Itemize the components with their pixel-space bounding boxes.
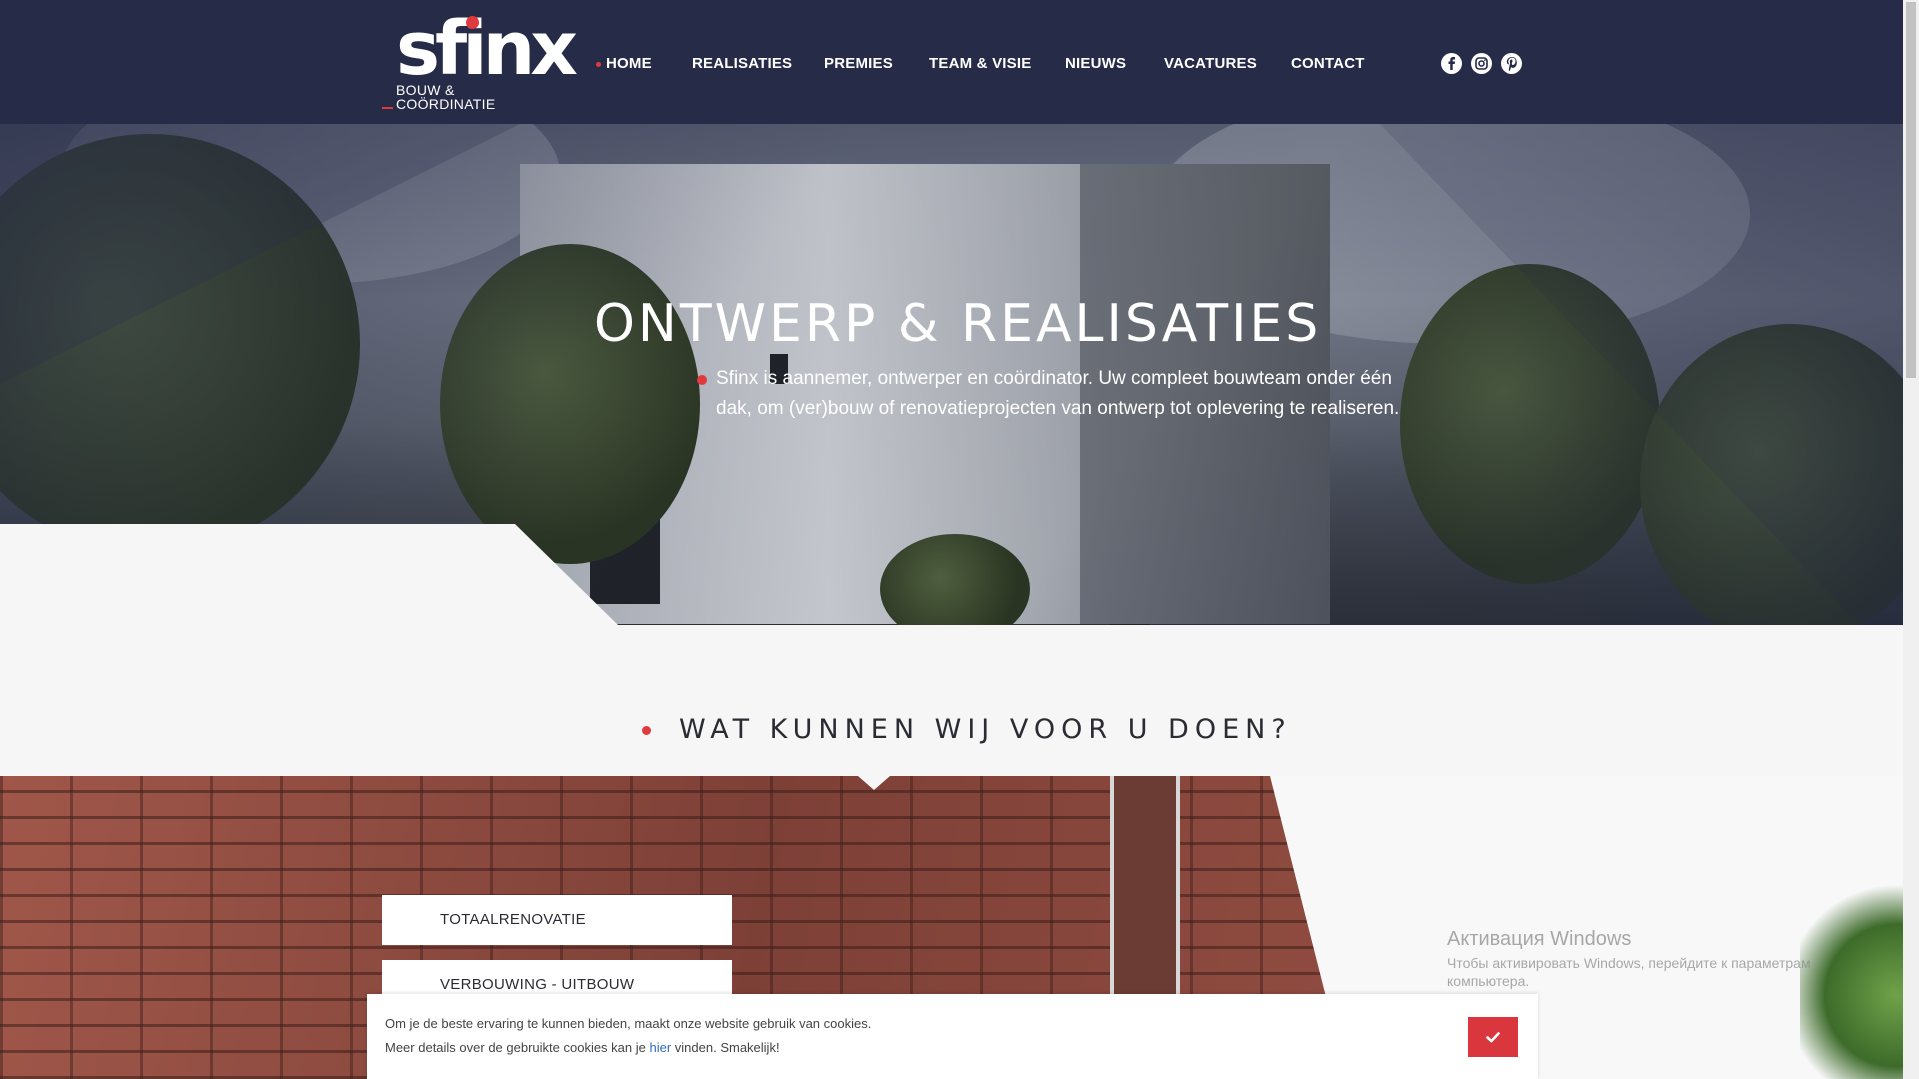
hero-bullet xyxy=(697,375,707,385)
page-scrollbar[interactable] xyxy=(1903,0,1919,1079)
section-bullet xyxy=(642,726,651,735)
facebook-icon[interactable] xyxy=(1441,53,1462,74)
hero-title: ONTWERP & REALISATIES xyxy=(594,294,1322,354)
logo-accent-dash xyxy=(382,107,393,109)
nav-item-team-visie[interactable]: TEAM & VISIE xyxy=(929,54,1031,74)
nav-item-vacatures[interactable]: VACATURES xyxy=(1164,54,1257,74)
section-title: WAT KUNNEN WIJ VOOR U DOEN? xyxy=(679,714,1292,745)
nav-item-realisaties[interactable]: REALISATIES xyxy=(692,54,792,74)
check-icon xyxy=(1486,1031,1500,1042)
windows-activation-text: Чтобы активировать Windows, перейдите к … xyxy=(1447,955,1811,989)
cookie-text-before-link: Meer details over de gebruikte cookies k… xyxy=(385,1040,650,1055)
logo-dot xyxy=(466,16,479,29)
cookie-banner: Om je de beste ervaring te kunnen bieden… xyxy=(367,994,1538,1079)
section-notch xyxy=(858,776,890,790)
site-header: sfinx BOUW & COÖRDINATIE HOME REALISATIE… xyxy=(0,0,1903,124)
cookie-text-line1: Om je de beste ervaring te kunnen bieden… xyxy=(385,1016,872,1031)
cookie-details-link[interactable]: hier xyxy=(649,1040,671,1055)
sfinx-logo[interactable]: sfinx BOUW & COÖRDINATIE xyxy=(382,6,582,116)
nav-item-home[interactable]: HOME xyxy=(606,54,652,74)
nav-item-contact[interactable]: CONTACT xyxy=(1291,54,1365,74)
logo-wordmark: sfinx xyxy=(396,6,578,92)
windows-activation-title: Активация Windows xyxy=(1447,928,1632,950)
cookie-text-line2: Meer details over de gebruikte cookies k… xyxy=(385,1039,780,1057)
logo-subtitle-line1: BOUW & xyxy=(396,82,455,98)
hero-description: Sfinx is aannemer, ontwerper en coördina… xyxy=(716,368,1400,419)
service-totaalrenovatie[interactable]: TOTAALRENOVATIE xyxy=(382,895,732,945)
nav-active-dot xyxy=(596,62,601,67)
cookie-text-after-link: vinden. Smakelijk! xyxy=(671,1040,780,1055)
instagram-icon[interactable] xyxy=(1471,53,1492,74)
pinterest-icon[interactable] xyxy=(1501,53,1522,74)
logo-subtitle-line2: COÖRDINATIE xyxy=(396,96,496,112)
nav-item-premies[interactable]: PREMIES xyxy=(824,54,893,74)
cookie-accept-button[interactable] xyxy=(1468,1017,1518,1057)
nav-item-nieuws[interactable]: NIEUWS xyxy=(1065,54,1126,74)
hero-banner: ONTWERP & REALISATIES Sfinx is aannemer,… xyxy=(0,124,1903,625)
logo-subtitle: BOUW & COÖRDINATIE xyxy=(396,83,496,111)
scrollbar-thumb[interactable] xyxy=(1906,2,1916,378)
